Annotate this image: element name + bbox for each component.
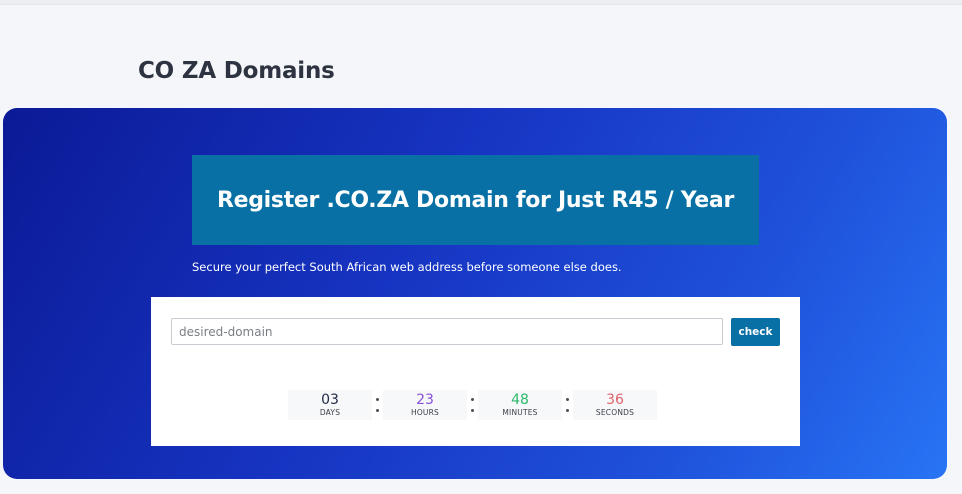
countdown-seconds: 36 SECONDS [573,390,657,420]
countdown-hours: 23 HOURS [383,390,467,420]
countdown-separator [467,390,478,420]
countdown-minutes-label: MINUTES [502,407,538,417]
countdown-minutes-value: 48 [511,391,529,408]
check-button[interactable]: check [731,318,780,346]
top-strip [0,0,962,5]
page-title: CO ZA Domains [138,58,335,84]
hero-section: Register .CO.ZA Domain for Just R45 / Ye… [3,108,947,479]
domain-search-input[interactable] [171,318,723,345]
promo-banner: Register .CO.ZA Domain for Just R45 / Ye… [192,155,759,245]
countdown-seconds-value: 36 [606,391,624,408]
promo-heading: Register .CO.ZA Domain for Just R45 / Ye… [216,187,735,213]
countdown-hours-label: HOURS [410,407,439,417]
countdown-days-label: DAYS [319,407,341,417]
countdown-timer: 03 DAYS 23 HOURS 48 MINUTES 36 SECONDS [288,390,657,420]
domain-search-card: check 03 DAYS 23 HOURS 48 MINUTES 36 SEC… [151,297,800,446]
countdown-days: 03 DAYS [288,390,372,420]
countdown-minutes: 48 MINUTES [478,390,562,420]
countdown-days-value: 03 [321,391,339,408]
countdown-hours-value: 23 [416,391,434,408]
countdown-seconds-label: SECONDS [595,407,635,417]
countdown-separator [562,390,573,420]
promo-tagline: Secure your perfect South African web ad… [192,260,622,274]
countdown-separator [372,390,383,420]
